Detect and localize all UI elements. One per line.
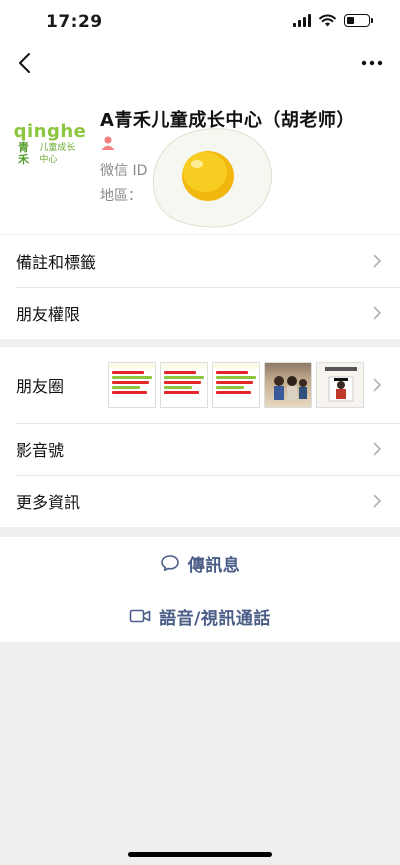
- more-dots-icon: [361, 60, 383, 66]
- moment-thumbnail: [160, 362, 208, 408]
- status-time: 17:29: [46, 12, 103, 32]
- friend-permissions-label: 朋友權限: [16, 305, 81, 324]
- battery-icon: [344, 14, 373, 27]
- moments-row[interactable]: 朋友圈: [0, 347, 400, 423]
- moment-thumbnail: [108, 362, 156, 408]
- status-icons: [293, 14, 373, 27]
- more-info-row[interactable]: 更多資訊: [0, 475, 400, 527]
- voice-video-call-button[interactable]: 語音/視訊通話: [0, 590, 400, 642]
- moments-label: 朋友圈: [16, 377, 65, 396]
- back-button[interactable]: [12, 50, 36, 76]
- avatar-logo-subtitle: 青禾 儿童成长中心: [18, 141, 76, 166]
- moments-thumbnails: [108, 362, 364, 408]
- home-indicator[interactable]: [128, 852, 272, 857]
- avatar-logo-text: qinghe: [13, 121, 87, 142]
- wechat-id: 微信 ID: [100, 163, 148, 179]
- chat-bubble-icon: [160, 555, 179, 571]
- chevron-right-icon: [373, 442, 382, 456]
- avatar[interactable]: qinghe 青禾 儿童成长中心: [14, 112, 86, 176]
- settings-group: 備註和標籤 朋友權限: [0, 235, 400, 339]
- voice-video-call-label: 語音/視訊通話: [159, 608, 271, 629]
- chevron-right-icon: [373, 378, 382, 392]
- notes-and-tags-row[interactable]: 備註和標籤: [0, 235, 400, 287]
- moment-thumbnail: [316, 362, 364, 408]
- gender-icon: [101, 136, 115, 150]
- wifi-icon: [319, 14, 336, 27]
- video-camera-icon: [129, 609, 151, 623]
- chevron-right-icon: [373, 254, 382, 268]
- moment-thumbnail: [264, 362, 312, 408]
- chevron-right-icon: [373, 494, 382, 508]
- channels-row[interactable]: 影音號: [0, 423, 400, 475]
- region: 地區：: [100, 188, 142, 204]
- chevron-right-icon: [373, 306, 382, 320]
- moment-thumbnail: [212, 362, 260, 408]
- send-message-button[interactable]: 傳訊息: [0, 537, 400, 589]
- more-info-label: 更多資訊: [16, 493, 81, 512]
- notes-and-tags-label: 備註和標籤: [16, 253, 97, 272]
- details-group: 朋友圈 影音號 更多資訊: [0, 347, 400, 527]
- friend-permissions-row[interactable]: 朋友權限: [0, 287, 400, 339]
- cellular-signal-icon: [293, 14, 311, 27]
- actions-group: 傳訊息 語音/視訊通話: [0, 537, 400, 642]
- send-message-label: 傳訊息: [187, 555, 241, 576]
- channels-label: 影音號: [16, 441, 65, 460]
- fried-egg-sticker: [152, 128, 272, 228]
- chevron-left-icon: [19, 53, 30, 73]
- more-options-button[interactable]: [360, 55, 384, 71]
